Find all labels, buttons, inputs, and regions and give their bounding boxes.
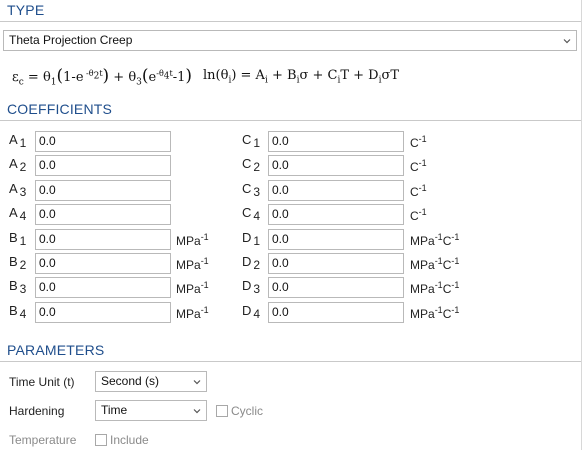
coef-input-b4[interactable]: 0.0 (35, 301, 171, 323)
coef-input-c4[interactable]: 0.0 (268, 204, 404, 226)
chevron-down-icon (193, 409, 201, 414)
coef-label-d1: D1 (242, 229, 261, 248)
coef-label-b3: B3 (9, 278, 27, 297)
coef-label-c4: C4 (242, 205, 261, 224)
coef-unit-d3: MPa-1C-1 (410, 280, 460, 297)
hardening-select[interactable]: Time (95, 400, 207, 421)
coef-input-b1[interactable]: 0.0 (35, 228, 171, 250)
coef-input-d1[interactable]: 0.0 (268, 228, 404, 250)
coef-input-d4[interactable]: 0.0 (268, 301, 404, 323)
coef-unit-b1: MPa-1 (176, 231, 209, 248)
coef-input-a4[interactable]: 0.0 (35, 204, 171, 226)
coef-label-d2: D2 (242, 254, 261, 272)
type-section-divider (0, 21, 582, 22)
coef-unit-c3: C-1 (410, 182, 427, 199)
coef-input-a2[interactable]: 0.0 (35, 155, 171, 177)
coef-unit-c1: C-1 (410, 134, 427, 150)
coef-unit-c4: C-1 (410, 207, 427, 224)
coef-input-d2[interactable]: 0.0 (268, 253, 404, 274)
time-unit-value: Second (s) (101, 374, 160, 388)
coef-input-b3[interactable]: 0.0 (35, 277, 171, 299)
coef-input-a3[interactable]: 0.0 (35, 179, 171, 201)
temperature-label: Temperature (9, 433, 77, 447)
coef-label-d3: D3 (242, 278, 261, 297)
coef-label-b2: B2 (9, 254, 27, 272)
coef-unit-d4: MPa-1C-1 (410, 304, 460, 321)
coef-label-d4: D4 (242, 302, 261, 321)
coef-unit-b3: MPa-1 (176, 280, 209, 297)
coef-input-c1[interactable]: 0.0 (268, 131, 404, 152)
coefficients-section-title: COEFFICIENTS (7, 101, 113, 117)
model-type-value: Theta Projection Creep (9, 33, 133, 47)
hardening-value: Time (101, 403, 128, 417)
include-checkbox[interactable] (95, 434, 107, 446)
theta-formula: ln(θi) = Ai + Biσ + CiT + DiσT (203, 68, 400, 86)
coef-label-c1: C1 (242, 132, 261, 150)
include-label: Include (110, 433, 149, 447)
coef-unit-b4: MPa-1 (176, 304, 209, 321)
time-unit-select[interactable]: Second (s) (95, 371, 207, 392)
cyclic-label: Cyclic (231, 404, 263, 418)
coef-unit-b2: MPa-1 (176, 256, 209, 272)
coef-label-c2: C2 (242, 156, 261, 175)
cyclic-checkbox[interactable] (216, 405, 228, 417)
parameters-section-title: PARAMETERS (7, 342, 105, 358)
coef-input-a1[interactable]: 0.0 (35, 131, 171, 152)
coef-label-b1: B1 (9, 229, 27, 248)
parameters-section-divider (0, 361, 582, 362)
chevron-down-icon (563, 39, 571, 44)
coef-label-a3: A3 (9, 180, 27, 199)
model-type-select[interactable]: Theta Projection Creep (3, 30, 577, 51)
coef-input-b2[interactable]: 0.0 (35, 253, 171, 274)
coef-input-c3[interactable]: 0.0 (268, 179, 404, 201)
coef-input-d3[interactable]: 0.0 (268, 277, 404, 299)
coef-label-b4: B4 (9, 302, 27, 321)
coef-unit-d2: MPa-1C-1 (410, 256, 460, 272)
coef-label-a2: A2 (9, 156, 27, 175)
coef-label-a4: A4 (9, 205, 27, 224)
chevron-down-icon (193, 380, 201, 385)
coef-unit-d1: MPa-1C-1 (410, 231, 460, 248)
coef-label-c3: C3 (242, 180, 261, 199)
coef-label-a1: A1 (9, 132, 27, 150)
coefficients-section-divider (0, 120, 582, 121)
time-unit-label: Time Unit (t) (9, 375, 75, 389)
hardening-label: Hardening (9, 404, 65, 418)
coef-unit-c2: C-1 (410, 158, 427, 175)
strain-formula: εc = θ1(1-e -θ2t) + θ3(e-θ4t-1) (12, 66, 193, 88)
type-section-title: TYPE (7, 2, 45, 18)
coef-input-c2[interactable]: 0.0 (268, 155, 404, 177)
